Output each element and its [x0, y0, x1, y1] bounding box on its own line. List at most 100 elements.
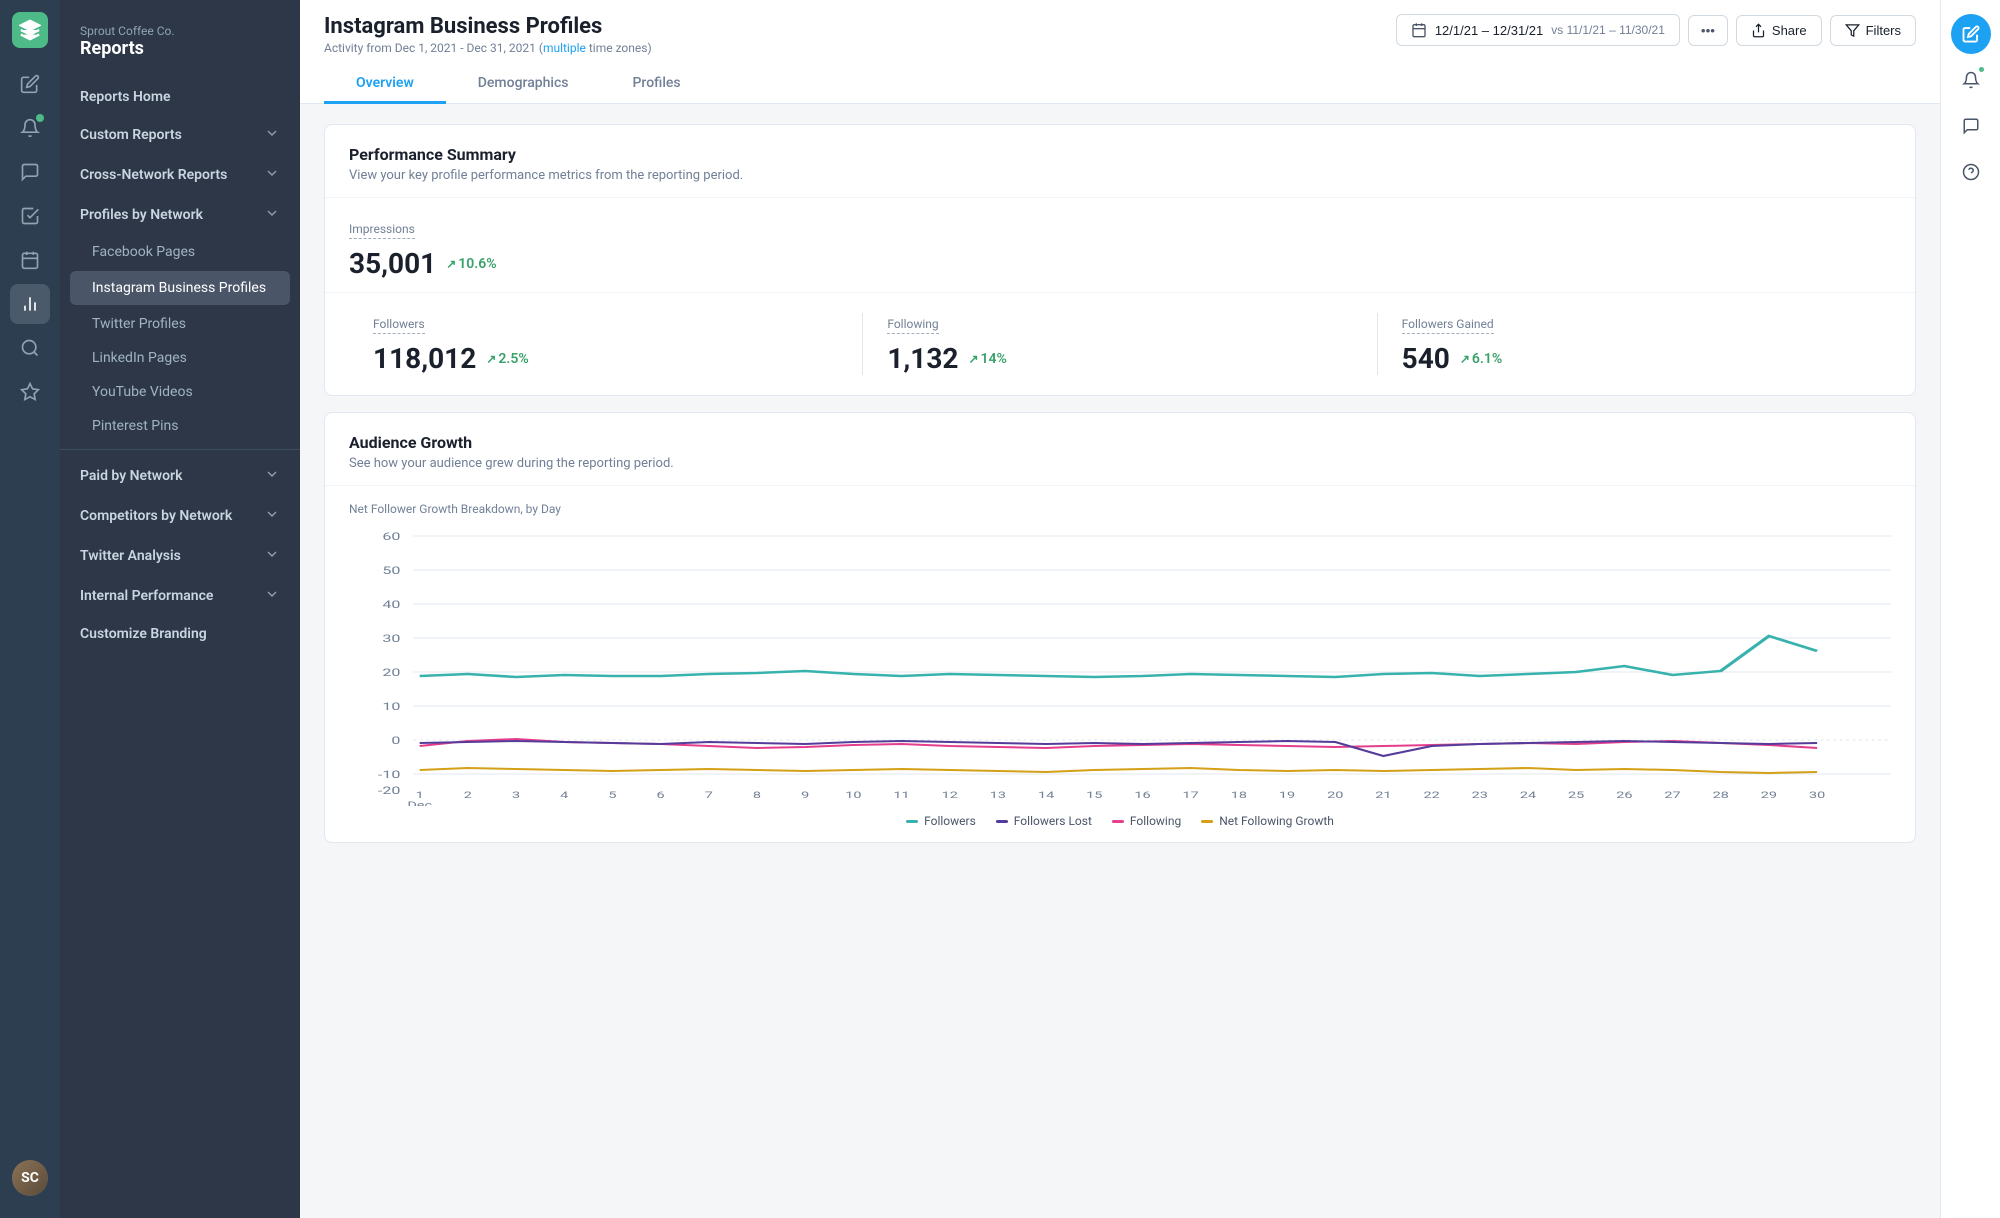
tab-overview[interactable]: Overview: [324, 65, 446, 104]
svg-text:27: 27: [1664, 790, 1681, 800]
timezone-link[interactable]: multiple: [543, 41, 586, 55]
sidebar-sub-item-instagram-business[interactable]: Instagram Business Profiles: [70, 271, 290, 305]
brand-area: Sprout Coffee Co. Reports: [60, 16, 300, 79]
line-chart-svg: 60 50 40 30 20 10 0 -10 -20: [349, 526, 1891, 806]
sidebar-sub-item-twitter-profiles[interactable]: Twitter Profiles: [60, 307, 300, 341]
chart-label: Net Follower Growth Breakdown, by Day: [349, 502, 1891, 516]
impressions-label: Impressions: [349, 222, 415, 239]
sidebar-divider: [60, 449, 300, 450]
svg-text:19: 19: [1279, 790, 1295, 800]
followers-gained-label: Followers Gained: [1402, 317, 1494, 334]
card-subtitle: View your key profile performance metric…: [349, 168, 1891, 183]
sidebar-item-internal-performance[interactable]: Internal Performance: [60, 576, 300, 616]
legend-teal-dot: [906, 820, 918, 823]
svg-text:12: 12: [942, 790, 959, 800]
sidebar-item-label: Custom Reports: [80, 127, 182, 143]
pencil-icon: [1962, 25, 1980, 43]
impressions-value: 35,001 ↗ 10.6%: [349, 247, 1891, 280]
sidebar-sub-item-linkedin-pages[interactable]: LinkedIn Pages: [60, 341, 300, 375]
svg-text:4: 4: [560, 790, 568, 800]
svg-text:22: 22: [1423, 790, 1440, 800]
header-actions: 12/1/21 – 12/31/21 vs 11/1/21 – 11/30/21…: [1396, 14, 1916, 46]
publishing-icon[interactable]: [10, 240, 50, 280]
svg-text:20: 20: [1327, 790, 1344, 800]
date-range-text: 12/1/21 – 12/31/21: [1435, 23, 1543, 38]
chevron-down-icon: [264, 205, 280, 225]
listening-icon[interactable]: [10, 328, 50, 368]
app-logo[interactable]: [12, 12, 48, 48]
svg-text:28: 28: [1713, 790, 1730, 800]
page-header: Instagram Business Profiles Activity fro…: [300, 0, 1940, 104]
svg-text:13: 13: [990, 790, 1006, 800]
messages-icon[interactable]: [10, 152, 50, 192]
sidebar-item-custom-reports[interactable]: Custom Reports: [60, 115, 300, 155]
svg-text:20: 20: [382, 668, 400, 679]
sidebar-item-label: Twitter Analysis: [80, 548, 181, 564]
svg-text:16: 16: [1134, 790, 1151, 800]
following-change: ↗ 14%: [968, 351, 1006, 367]
star-icon[interactable]: [10, 372, 50, 412]
right-help-icon[interactable]: [1951, 152, 1991, 192]
sidebar-item-label: Competitors by Network: [80, 508, 232, 524]
svg-text:2: 2: [464, 790, 472, 800]
ellipsis-icon: •••: [1701, 23, 1715, 38]
tab-profiles[interactable]: Profiles: [601, 65, 713, 104]
sidebar-item-customize-branding[interactable]: Customize Branding: [60, 616, 300, 652]
sidebar-item-profiles-by-network[interactable]: Profiles by Network: [60, 195, 300, 235]
up-arrow-icon: ↗: [486, 352, 496, 366]
svg-text:24: 24: [1520, 790, 1537, 800]
sidebar-item-label: Reports Home: [80, 89, 171, 105]
chevron-down-icon: [264, 546, 280, 566]
analytics-icon[interactable]: [10, 284, 50, 324]
card-title: Performance Summary: [349, 145, 1891, 164]
main-area: Instagram Business Profiles Activity fro…: [300, 0, 1940, 1218]
svg-text:26: 26: [1616, 790, 1633, 800]
tab-demographics[interactable]: Demographics: [446, 65, 601, 104]
sidebar-sub-item-youtube-videos[interactable]: YouTube Videos: [60, 375, 300, 409]
notifications-icon[interactable]: [10, 108, 50, 148]
icon-bar: SC: [0, 0, 60, 1218]
svg-text:1: 1: [416, 790, 424, 800]
metrics-row: Followers 118,012 ↗ 2.5% Following 1,132: [325, 293, 1915, 395]
share-button[interactable]: Share: [1736, 15, 1822, 46]
date-range-button[interactable]: 12/1/21 – 12/31/21 vs 11/1/21 – 11/30/21: [1396, 14, 1680, 46]
filters-button[interactable]: Filters: [1830, 15, 1916, 46]
sidebar-sub-item-pinterest-pins[interactable]: Pinterest Pins: [60, 409, 300, 443]
svg-text:Dec: Dec: [407, 800, 432, 806]
compose-icon[interactable]: [10, 64, 50, 104]
impressions-section: Impressions 35,001 ↗ 10.6%: [325, 198, 1915, 293]
audience-growth-subtitle: See how your audience grew during the re…: [349, 456, 1891, 471]
svg-text:11: 11: [893, 790, 909, 800]
tasks-icon[interactable]: [10, 196, 50, 236]
svg-text:-10: -10: [378, 770, 400, 781]
compose-action-button[interactable]: [1951, 14, 1991, 54]
notification-badge: [1977, 65, 1986, 74]
legend-purple-dot: [996, 820, 1008, 823]
sidebar-item-twitter-analysis[interactable]: Twitter Analysis: [60, 536, 300, 576]
sidebar-item-competitors-by-network[interactable]: Competitors by Network: [60, 496, 300, 536]
svg-text:3: 3: [512, 790, 520, 800]
svg-text:23: 23: [1472, 790, 1488, 800]
audience-growth-card: Audience Growth See how your audience gr…: [324, 412, 1916, 843]
chart-legend: Followers Followers Lost Following Net F…: [349, 806, 1891, 832]
sidebar: Sprout Coffee Co. Reports Reports Home C…: [60, 0, 300, 1218]
sidebar-item-paid-by-network[interactable]: Paid by Network: [60, 456, 300, 496]
svg-text:-20: -20: [378, 786, 400, 797]
sidebar-item-cross-network[interactable]: Cross-Network Reports: [60, 155, 300, 195]
up-arrow-icon: ↗: [968, 352, 978, 366]
following-metric: Following 1,132 ↗ 14%: [863, 313, 1377, 375]
right-notifications-icon[interactable]: [1951, 60, 1991, 100]
right-chat-icon[interactable]: [1951, 106, 1991, 146]
svg-text:15: 15: [1086, 790, 1103, 800]
more-options-button[interactable]: •••: [1688, 15, 1728, 46]
legend-followers-lost: Followers Lost: [996, 814, 1092, 828]
svg-text:18: 18: [1231, 790, 1248, 800]
sidebar-item-reports-home[interactable]: Reports Home: [60, 79, 300, 115]
help-icon: [1962, 163, 1980, 181]
right-panel: [1940, 0, 2000, 1218]
user-avatar[interactable]: SC: [12, 1160, 48, 1196]
sidebar-sub-item-facebook-pages[interactable]: Facebook Pages: [60, 235, 300, 269]
legend-following: Following: [1112, 814, 1181, 828]
chevron-down-icon: [264, 125, 280, 145]
impressions-change: ↗ 10.6%: [446, 256, 496, 272]
